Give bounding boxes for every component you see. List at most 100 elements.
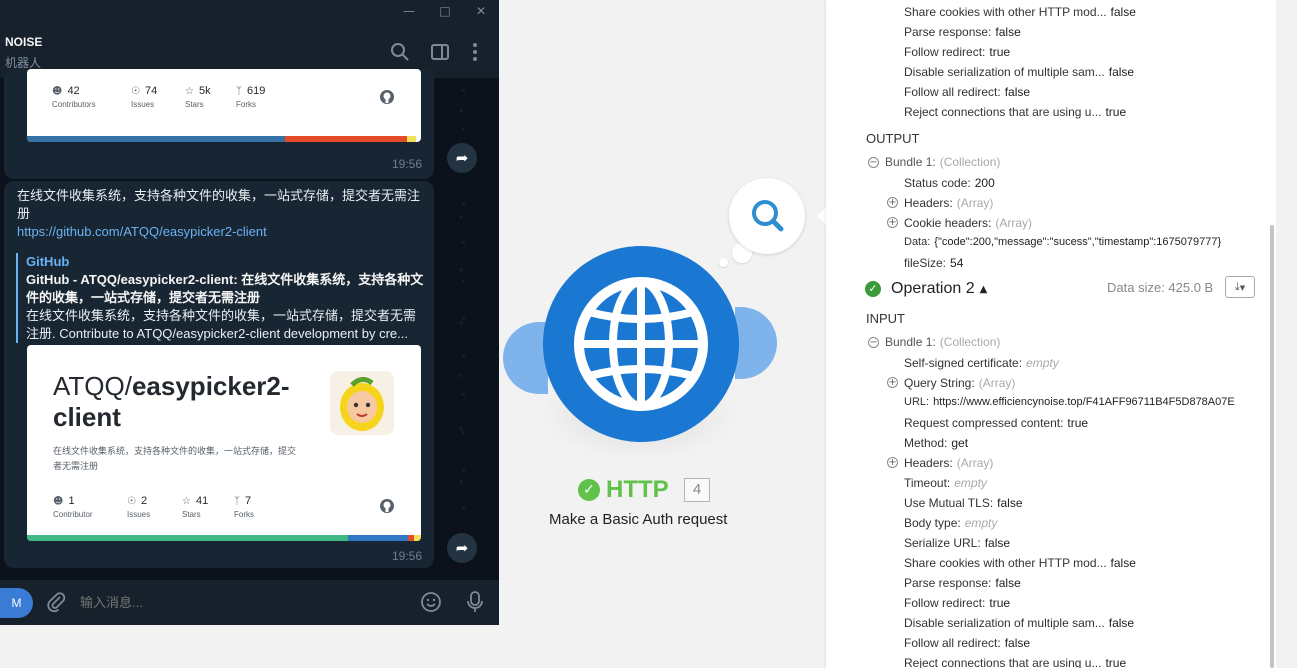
expand-icon[interactable]: +	[887, 217, 898, 228]
result-row: URL: https://www.efficiencynoise.top/F41A…	[904, 396, 1235, 408]
close-icon[interactable]: ✕	[473, 3, 489, 19]
result-row: Share cookies with other HTTP mod... fals…	[904, 556, 1136, 570]
stat-contributors: ☻ 42 Contributors	[52, 85, 96, 109]
microphone-icon[interactable]	[464, 590, 486, 614]
input-bundle[interactable]: Bundle 1: (Collection)	[885, 335, 1000, 349]
chat-history[interactable]: ☻ 42 Contributors ☉ 74 Issues ☆ 5k Stars ᛉ 619 F…	[0, 69, 499, 580]
stat-forks: ᛉ 619 Forks	[236, 85, 266, 109]
preview-site: GitHub	[26, 254, 70, 269]
github-icon	[380, 499, 394, 513]
people-icon: ☻	[53, 496, 64, 507]
preview-description: 注册. Contribute to ATQQ/easypicker2-clien…	[26, 326, 408, 341]
language-bar	[27, 535, 348, 541]
emoji-icon[interactable]	[420, 591, 442, 613]
module-connector-right[interactable]	[735, 307, 777, 379]
preview-description: 在线文件收集系统，支持各种文件的收集，一站式存储，提交者无需	[26, 308, 417, 323]
github-icon	[380, 90, 394, 104]
repo-description: 在线文件收集系统，支持各种文件的收集，一站式存储，提交者无需注册	[53, 446, 297, 471]
message-bubble: 在线文件收集系统，支持各种文件的收集，一站式存储，提交者无需注册 https:/…	[4, 181, 434, 568]
forward-icon[interactable]: ➦	[447, 143, 477, 173]
language-bar	[414, 535, 421, 541]
result-row[interactable]: Cookie headers: (Array)	[904, 216, 1032, 230]
more-menu-icon[interactable]	[464, 41, 486, 63]
repo-avatar	[330, 371, 394, 435]
forward-icon[interactable]: ➦	[447, 533, 477, 563]
thought-dot	[719, 258, 728, 267]
input-section-label: INPUT	[866, 311, 905, 326]
inspect-bubble[interactable]	[729, 178, 805, 254]
module-title[interactable]: ✓ HTTP	[578, 476, 669, 504]
message-input[interactable]	[80, 591, 380, 613]
expand-icon[interactable]: +	[887, 457, 898, 468]
panel-scrollbar[interactable]	[1270, 225, 1274, 668]
http-module[interactable]	[543, 246, 739, 442]
result-row[interactable]: Headers: (Array)	[904, 456, 993, 470]
github-preview-card[interactable]: ☻ 42 Contributors ☉ 74 Issues ☆ 5k Stars ᛉ 619 F…	[27, 69, 421, 142]
sidebar-toggle-icon[interactable]	[429, 41, 451, 63]
language-bar	[27, 136, 285, 142]
window-titlebar: — □ ✕	[0, 0, 499, 24]
operation-header[interactable]: ✓ Operation 2 ▲	[865, 280, 987, 298]
link-preview[interactable]: GitHub GitHub - ATQQ/easypicker2-client:…	[16, 253, 426, 343]
result-row: Method: get	[904, 436, 969, 450]
telegram-window: — □ ✕ NOISE 机器人 ☻ 42 Contributors ☉ 74 Issue…	[0, 0, 499, 625]
module-number-badge: 4	[684, 478, 710, 502]
fork-icon: ᛉ	[236, 86, 242, 97]
inspector-panel[interactable]: Share cookies with other HTTP mod... fals…	[826, 0, 1276, 668]
result-row: Follow redirect: true	[904, 45, 1011, 59]
avatar[interactable]: M	[0, 588, 33, 618]
search-icon[interactable]	[389, 41, 411, 63]
minimize-icon[interactable]: —	[401, 3, 417, 19]
repo-name: ATQQ/easypicker2- client	[53, 371, 290, 432]
result-row: Follow redirect: true	[904, 596, 1011, 610]
preview-title: GitHub - ATQQ/easypicker2-client: 在线文件收集…	[26, 272, 424, 305]
fork-icon: ᛉ	[234, 496, 240, 507]
result-row: Disable serialization of multiple sam...…	[904, 65, 1135, 79]
attach-icon[interactable]	[45, 591, 67, 613]
data-size: Data size: 425.0 B	[1107, 280, 1214, 295]
lemon-mascot-icon	[340, 377, 384, 431]
issues-icon: ☉	[127, 496, 136, 507]
collapse-icon[interactable]: −	[868, 337, 879, 348]
star-icon: ☆	[185, 86, 194, 97]
result-row: Status code: 200	[904, 176, 995, 190]
result-row: Share cookies with other HTTP mod... fals…	[904, 5, 1136, 19]
result-row: Use Mutual TLS: false	[904, 496, 1023, 510]
collapse-icon[interactable]: −	[868, 157, 879, 168]
maximize-icon[interactable]: □	[437, 3, 453, 19]
stat-stars: ☆ 5k Stars	[185, 85, 211, 109]
expand-icon[interactable]: +	[887, 197, 898, 208]
people-icon: ☻	[52, 86, 63, 97]
result-row: Serialize URL: false	[904, 536, 1011, 550]
github-preview-card[interactable]: ATQQ/easypicker2- client 在线文件收集系统，支持各种文件的…	[27, 345, 421, 541]
module-subtitle: Make a Basic Auth request	[549, 511, 728, 528]
success-check-icon: ✓	[578, 479, 600, 501]
output-bundle[interactable]: Bundle 1: (Collection)	[885, 155, 1000, 169]
result-row[interactable]: Headers: (Array)	[904, 196, 993, 210]
language-bar	[285, 136, 407, 142]
chat-title[interactable]: NOISE	[5, 35, 42, 49]
issues-icon: ☉	[131, 86, 140, 97]
expand-icon[interactable]: +	[887, 377, 898, 388]
language-bar	[407, 136, 416, 142]
result-row: fileSize: 54	[904, 256, 964, 270]
result-row: Disable serialization of multiple sam...…	[904, 616, 1135, 630]
message-time: 19:56	[391, 549, 422, 563]
module-connector-left[interactable]	[503, 322, 548, 394]
message-composer: M	[0, 580, 499, 625]
result-row: Data: {"code":200,"message":"sucess","tim…	[904, 236, 1222, 248]
globe-icon	[574, 277, 708, 411]
download-button[interactable]: ⤓▼	[1225, 276, 1255, 298]
stat-stars: ☆ 41 Stars	[182, 495, 209, 519]
star-icon: ☆	[182, 496, 191, 507]
stat-issues: ☉ 2 Issues	[127, 495, 151, 519]
result-row: Timeout: empty	[904, 476, 987, 490]
caret-up-icon[interactable]: ▲	[980, 284, 988, 295]
stat-forks: ᛉ 7 Forks	[234, 495, 254, 519]
result-row[interactable]: Query String: (Array)	[904, 376, 1015, 390]
language-bar	[348, 535, 408, 541]
result-row: Parse response: false	[904, 25, 1021, 39]
output-section-label: OUTPUT	[866, 131, 920, 146]
stat-issues: ☉ 74 Issues	[131, 85, 158, 109]
message-link[interactable]: https://github.com/ATQQ/easypicker2-clie…	[17, 223, 427, 241]
